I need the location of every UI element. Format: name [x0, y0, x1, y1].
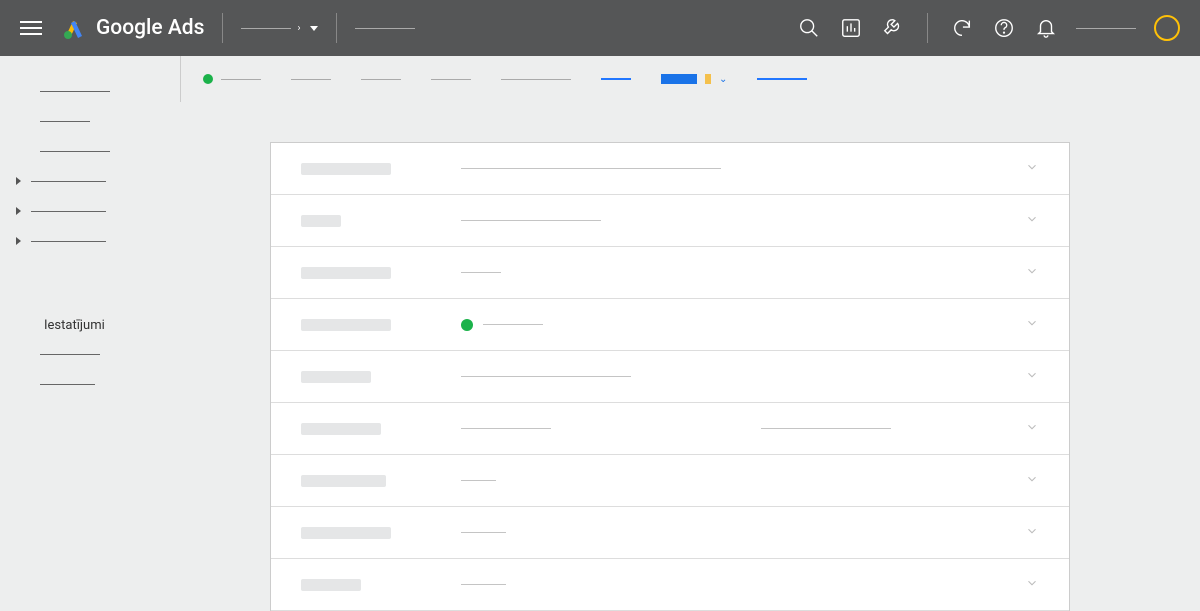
chevron-right-icon	[16, 207, 21, 215]
user-email[interactable]	[1076, 28, 1136, 29]
settings-row[interactable]	[271, 403, 1069, 455]
sidebar-item[interactable]	[20, 369, 180, 399]
app-header: Google Ads ›	[0, 0, 1200, 56]
sidebar-item[interactable]	[20, 76, 180, 106]
chevron-right-icon	[16, 237, 21, 245]
sidebar-item[interactable]	[20, 339, 180, 369]
chevron-down-icon	[1025, 264, 1039, 282]
sidebar-item-label	[31, 181, 106, 182]
product-name: Google Ads	[96, 16, 204, 40]
sidebar-item-label	[40, 91, 110, 92]
tab[interactable]	[757, 78, 807, 80]
row-label	[301, 527, 391, 539]
tools-icon[interactable]	[881, 16, 905, 40]
settings-row[interactable]	[271, 143, 1069, 195]
settings-row[interactable]	[271, 299, 1069, 351]
sidebar-item[interactable]	[20, 196, 180, 226]
campaign-label[interactable]	[355, 28, 415, 29]
row-value	[461, 428, 1025, 429]
settings-row[interactable]	[271, 455, 1069, 507]
divider	[336, 13, 337, 43]
sidebar-item-label	[31, 241, 106, 242]
notifications-icon[interactable]	[1034, 16, 1058, 40]
tab[interactable]: ⌄	[661, 74, 727, 85]
search-icon[interactable]	[797, 16, 821, 40]
chevron-down-icon	[1025, 576, 1039, 594]
chevron-down-icon	[1025, 524, 1039, 542]
row-value	[461, 532, 1025, 533]
settings-row[interactable]	[271, 507, 1069, 559]
row-value	[461, 376, 1025, 377]
chevron-down-icon	[1025, 420, 1039, 438]
row-value	[461, 319, 1025, 331]
row-label	[301, 475, 386, 487]
status-dot-icon	[461, 319, 473, 331]
row-value	[461, 480, 1025, 481]
tab[interactable]	[431, 79, 471, 80]
refresh-icon[interactable]	[950, 16, 974, 40]
status-dot-icon	[203, 74, 213, 84]
reports-icon[interactable]	[839, 16, 863, 40]
row-value	[461, 584, 1025, 585]
row-label	[301, 371, 371, 383]
row-label	[301, 267, 391, 279]
row-value	[461, 272, 1025, 273]
row-label	[301, 163, 391, 175]
account-switcher[interactable]: ›	[241, 23, 318, 34]
tab[interactable]	[203, 74, 261, 84]
tab[interactable]	[361, 79, 401, 80]
sidebar-item-label	[31, 211, 106, 212]
sidebar-item-label	[40, 151, 110, 152]
sidebar: Iestatījumi	[0, 56, 180, 600]
sidebar-item-label	[40, 384, 95, 385]
settings-row[interactable]	[271, 247, 1069, 299]
row-value	[461, 220, 1025, 221]
help-icon[interactable]	[992, 16, 1016, 40]
chevron-down-icon	[1025, 368, 1039, 386]
menu-icon[interactable]	[20, 21, 42, 35]
tab[interactable]	[501, 79, 571, 80]
row-value	[461, 168, 1025, 169]
main-content: ⌄	[180, 56, 1200, 600]
avatar[interactable]	[1154, 15, 1180, 41]
google-ads-icon	[62, 16, 86, 40]
sidebar-item-label	[40, 354, 100, 355]
divider	[927, 13, 928, 43]
product-logo[interactable]: Google Ads	[62, 16, 204, 40]
tab[interactable]	[291, 79, 331, 80]
sidebar-item[interactable]	[20, 106, 180, 136]
chevron-down-icon	[1025, 472, 1039, 490]
chevron-right-icon	[16, 177, 21, 185]
row-label	[301, 423, 381, 435]
sidebar-item-label	[40, 121, 90, 122]
chevron-down-icon: ⌄	[719, 74, 727, 85]
row-label	[301, 319, 391, 331]
settings-table	[270, 142, 1070, 611]
tabs-bar: ⌄	[180, 56, 1200, 102]
settings-row[interactable]	[271, 559, 1069, 611]
chevron-down-icon	[1025, 160, 1039, 178]
row-label	[301, 579, 361, 591]
settings-row[interactable]	[271, 351, 1069, 403]
sidebar-item[interactable]	[20, 226, 180, 256]
tab[interactable]	[601, 78, 631, 80]
sidebar-settings-label[interactable]: Iestatījumi	[20, 306, 180, 339]
chevron-down-icon	[1025, 212, 1039, 230]
divider	[222, 13, 223, 43]
row-label	[301, 215, 341, 227]
sidebar-item[interactable]	[20, 166, 180, 196]
settings-row[interactable]	[271, 195, 1069, 247]
sidebar-item[interactable]	[20, 136, 180, 166]
chevron-down-icon	[1025, 316, 1039, 334]
